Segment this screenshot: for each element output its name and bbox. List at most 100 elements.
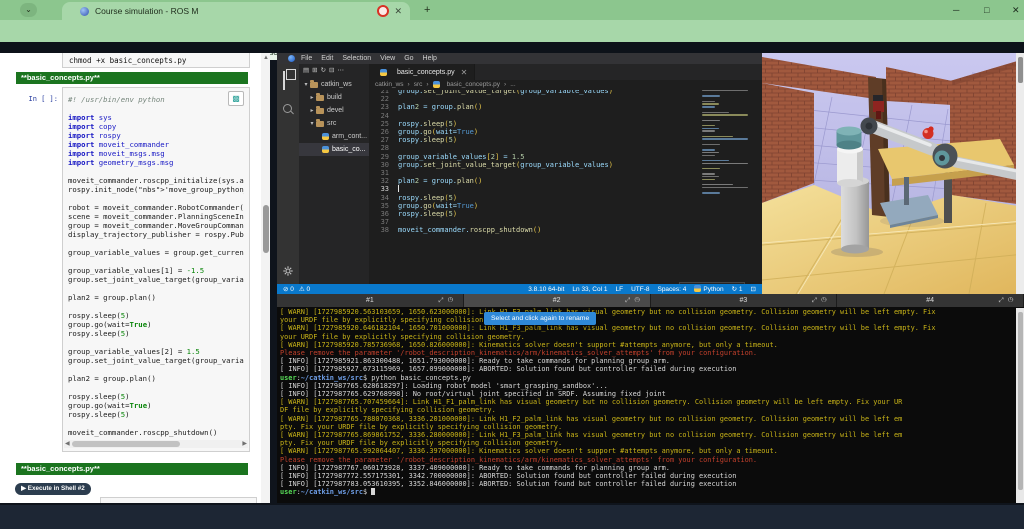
menu-items: File Edit Selection View Go Help — [301, 55, 446, 62]
rename-tooltip: Select and click again to rename — [484, 312, 597, 325]
errors-icon: ⊘ — [283, 286, 289, 293]
language-mode[interactable]: Python — [694, 285, 724, 293]
cell-horizontal-scrollbar[interactable]: ◀ ▶ — [64, 440, 248, 448]
panel-header-bar: ▣ ⤢ ◷ ⤢ ◷ ○ ⤢ — [0, 42, 1024, 94]
tree-item-build[interactable]: ▸ build — [299, 91, 369, 104]
menu-selection[interactable]: Selection — [342, 55, 371, 62]
status-item[interactable]: Spaces: 4 — [657, 286, 686, 293]
scrollbar-thumb[interactable] — [1017, 312, 1023, 490]
terminal-line: [ INFO] [1727987783.053610395, 3352.8460… — [280, 480, 737, 489]
editor-line-28: 28 — [380, 144, 389, 153]
notebook-cell-partial[interactable]: chmod +x basic_concepts.py — [62, 53, 250, 68]
sync-indicator[interactable]: ↻ 1 — [732, 285, 743, 293]
notebook-code: #! /usr/bin/env python import sys import… — [68, 95, 244, 437]
menu-help[interactable]: Help — [423, 55, 437, 62]
execute-in-shell-button[interactable]: ▶ Execute in Shell #2 — [15, 483, 91, 495]
gear-icon[interactable] — [283, 266, 293, 278]
editor-zone: basic_concepts.py ✕ catkin_ws › src › basic_… — [369, 64, 762, 295]
notebook-cell-partial-bottom[interactable] — [100, 497, 257, 503]
browser-toolbar: ← → ↻ app.theconstruct.ai/Desktop ☆ 17 ☰… — [0, 20, 1024, 60]
tab-search-icon[interactable]: ⌄ — [20, 3, 37, 17]
terminal-output[interactable]: [ WARN] [1727985920.563103659, 1650.6230… — [280, 308, 1012, 500]
tab-close-icon[interactable]: ✕ — [461, 68, 468, 77]
terminal-line: pty. Fix your URDF file by explicitly sp… — [280, 439, 563, 448]
editor-line-29: 29 group_variable_values[2] = 1.5 — [380, 152, 525, 161]
terminal-scrollbar[interactable] — [1016, 308, 1024, 503]
tree-item-basic_co-[interactable]: basic_co... — [299, 143, 369, 156]
warnings-icon: ⚠ — [298, 286, 305, 293]
app-bottom-bar: ← 2 - Basic Concepts → ROS Manipulation … — [0, 505, 1024, 529]
terminal-tab-2[interactable]: #2 ⤢◷ — [463, 294, 651, 307]
tree-item-catkin_ws[interactable]: ▾ catkin_ws — [299, 78, 369, 91]
tree-item-arm_cont-[interactable]: arm_cont... — [299, 130, 369, 143]
editor-line-26: 26 group.go(wait=True) — [380, 128, 479, 136]
terminal-line: [ WARN] [1727985920.563103659, 1650.6230… — [280, 308, 936, 316]
tab-expand-and-history-icons[interactable]: ⤢◷ — [812, 297, 830, 305]
scrollbar-thumb[interactable] — [72, 441, 180, 447]
terminal-line: DF file by explicitly specifying collisi… — [280, 406, 496, 415]
new-tab-button[interactable]: + — [424, 4, 430, 16]
terminal-line: [ INFO] [1727987767.060173928, 3337.4090… — [280, 463, 670, 472]
menu-edit[interactable]: Edit — [321, 55, 333, 62]
editor-line-37: 37 — [380, 218, 389, 227]
status-item[interactable]: 3.8.10 64-bit — [528, 286, 564, 293]
problems-status[interactable]: ⊘ 0 ⚠ 0 — [283, 285, 310, 293]
tab-expand-and-history-icons[interactable]: ⤢◷ — [999, 297, 1017, 305]
copy-code-icon[interactable]: ▩ — [228, 91, 244, 106]
notebook-scrollbar[interactable]: ▲ — [261, 53, 270, 503]
explorer-icon[interactable] — [283, 71, 285, 90]
code-editor[interactable]: 21 group.set_joint_value_target(group_var… — [369, 90, 694, 285]
browser-tab[interactable]: Course simulation - ROS M ✕ — [62, 2, 410, 20]
terminal-line: [ WARN] [1727987765.992064407, 3336.3970… — [280, 447, 778, 456]
scrollbar-thumb[interactable] — [1017, 57, 1023, 83]
search-icon[interactable] — [283, 100, 292, 118]
terminal-tab-3[interactable]: #3 ⤢◷ — [650, 294, 838, 307]
terminal-line: your URDF file by explicitly specifying … — [280, 332, 525, 341]
scroll-up-arrow[interactable]: ▲ — [263, 54, 269, 62]
menu-file[interactable]: File — [301, 55, 312, 62]
tree-item-devel[interactable]: ▸ devel — [299, 104, 369, 117]
python-file-icon — [380, 68, 387, 76]
notebook-section-header: **basic_concepts.py** — [16, 72, 248, 84]
terminal-tab-1[interactable]: #1 ⤢◷ — [277, 294, 464, 307]
terminal-line: [ INFO] [1727985921.863300488, 1651.7930… — [280, 357, 670, 366]
editor-line-24: 24 — [380, 111, 389, 120]
window-close-button[interactable]: ✕ — [1012, 5, 1020, 16]
scroll-right-arrow[interactable]: ▶ — [242, 440, 247, 448]
window-maximize-button[interactable]: □ — [984, 5, 989, 15]
editor-line-38: 38 moveit_commander.roscpp_shutdown() — [380, 226, 542, 235]
tab-expand-and-history-icons[interactable]: ⤢◷ — [625, 297, 643, 305]
explorer-toolbar-icons[interactable]: ▤⊞↻⊟⋯ — [303, 66, 347, 74]
breadcrumb[interactable]: catkin_ws › src › basic_concepts.py ›... — [375, 81, 516, 88]
simulation-view[interactable] — [762, 53, 1024, 294]
recording-icon — [377, 5, 390, 17]
status-item[interactable]: UTF-8 — [631, 286, 649, 293]
terminal-line: Please remove the parameter '/robot_desc… — [280, 455, 758, 464]
folder-icon — [310, 79, 318, 88]
folder-icon — [316, 92, 324, 101]
simulation-scrollbar[interactable] — [1016, 53, 1024, 294]
scroll-left-arrow[interactable]: ◀ — [65, 440, 70, 448]
activity-bar — [277, 64, 299, 285]
terminal-line: user:~/catkin_ws/src$ python basic_conce… — [280, 373, 471, 382]
editor-tabbar: basic_concepts.py ✕ — [369, 64, 762, 80]
tab-close-icon[interactable]: ✕ — [394, 6, 402, 17]
tree-item-src[interactable]: ▾ src — [299, 117, 369, 130]
scrollbar-thumb[interactable] — [262, 205, 269, 253]
editor-tab-basic-concepts[interactable]: basic_concepts.py ✕ — [369, 64, 476, 80]
python-file-icon — [322, 146, 329, 153]
notifications-icon[interactable]: ⊡ — [751, 285, 756, 293]
menu-go[interactable]: Go — [404, 55, 413, 62]
ide-menubar: File Edit Selection View Go Help — [277, 53, 762, 64]
terminal-line: [ WARN] [1727987765.788070368, 3336.2010… — [280, 414, 903, 423]
terminal-tab-4[interactable]: #4 ⤢◷ — [837, 294, 1024, 307]
menu-view[interactable]: View — [380, 55, 395, 62]
status-item[interactable]: Ln 33, Col 1 — [572, 286, 607, 293]
ide-logo-icon — [288, 55, 295, 62]
window-minimize-button[interactable]: ─ — [953, 5, 959, 15]
editor-line-31: 31 — [380, 169, 389, 177]
editor-minimap[interactable] — [702, 90, 754, 220]
tab-expand-and-history-icons[interactable]: ⤢◷ — [438, 297, 456, 305]
status-item[interactable]: LF — [615, 286, 623, 293]
ide-statusbar: ⊘ 0 ⚠ 0 3.8.10 64-bit Ln 33, Col 1 LF UTF-8… — [277, 284, 762, 294]
